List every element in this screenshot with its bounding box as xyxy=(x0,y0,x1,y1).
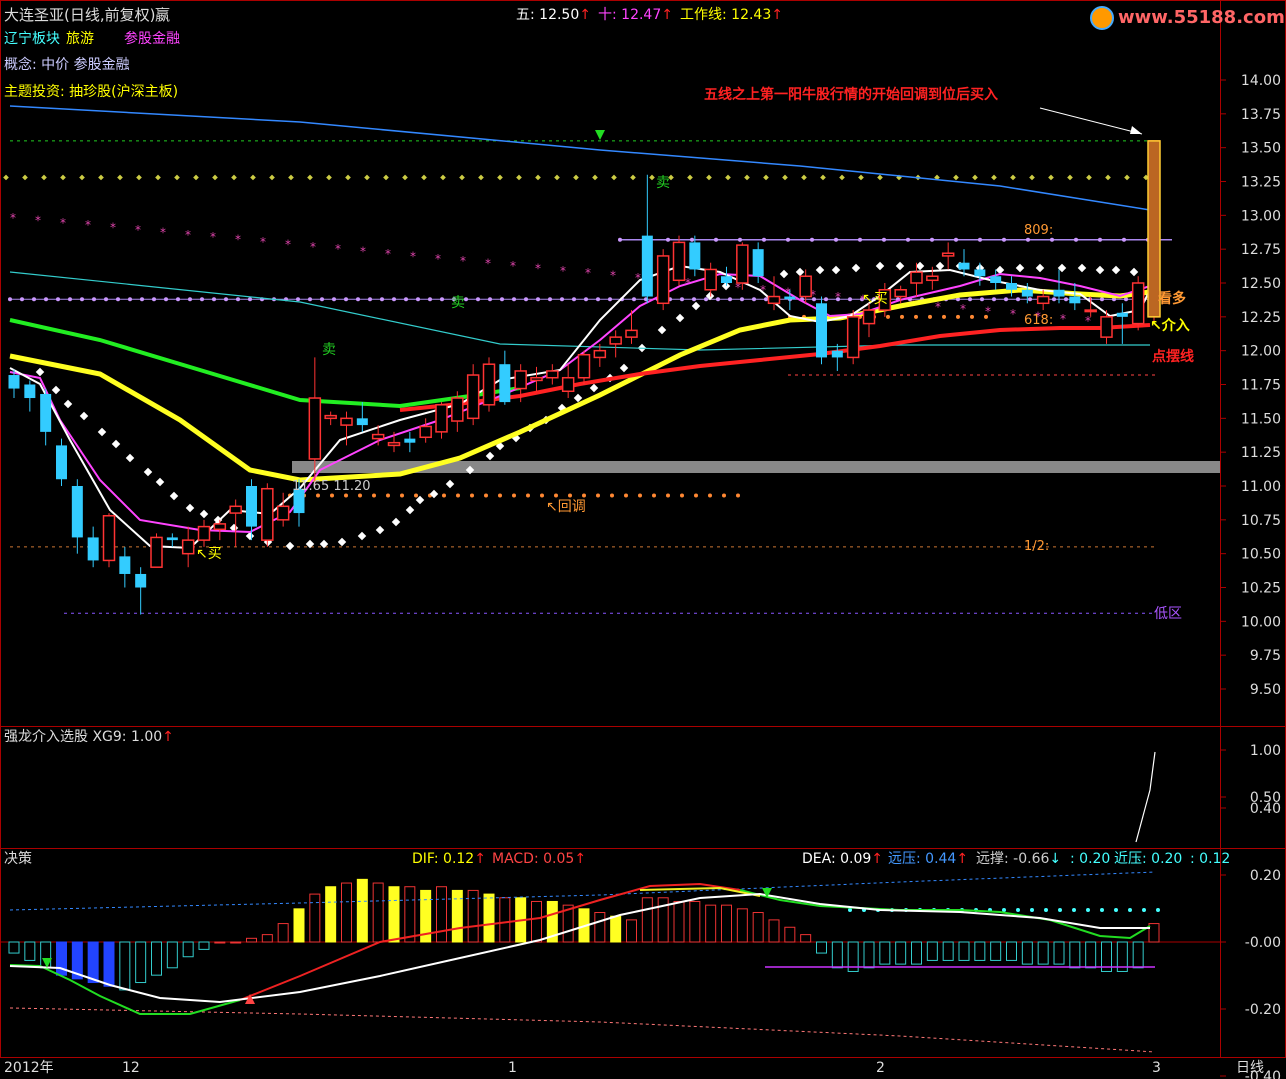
logo-icon xyxy=(1090,6,1114,30)
watermark-logo: www.55188.com xyxy=(1090,6,1285,30)
extra-value: : 0.20 xyxy=(1070,851,1111,867)
tail-value: : 0.12 xyxy=(1190,851,1231,867)
stock-title[interactable]: 大连圣亚(日线,前复权) xyxy=(4,6,155,24)
workline-label: 工作线: 12.43↑ xyxy=(680,7,783,23)
theme-row: 主题投资: 抽珍股(沪深主板) xyxy=(4,84,179,100)
period-label[interactable]: 日线 xyxy=(1236,1059,1264,1077)
indicator-title[interactable]: 强龙介入选股 XG9: 1.00↑ xyxy=(4,728,174,746)
dif-label: DIF: 0.12↑ xyxy=(412,851,486,867)
title-glyph: 嬴 xyxy=(155,6,171,24)
strategy-annotation: 五线之上第一阳牛股行情的开始回调到位后买入 xyxy=(704,87,998,103)
indicator-panel-frame xyxy=(0,726,1286,849)
half-label: 1/2: xyxy=(1024,539,1050,554)
sell-marker: 卖 xyxy=(656,175,670,191)
x-label-feb: 2 xyxy=(876,1060,885,1076)
pivot-line-label: 点摆线 xyxy=(1152,349,1194,365)
buy-marker: ↖买 xyxy=(862,291,888,307)
dea-label: DEA: 0.09↑ xyxy=(802,851,884,867)
buy-marker: ↖买 xyxy=(196,546,222,562)
concept-tag: 参股金融 xyxy=(124,31,180,47)
sell-marker: 卖 xyxy=(451,295,465,311)
x-label-year: 2012年 xyxy=(4,1060,54,1076)
macd-panel-frame xyxy=(0,848,1286,1058)
fib-809-label: 809: xyxy=(1024,223,1054,238)
ma10-label: 十: 12.47↑ xyxy=(598,7,673,23)
right-axis-divider xyxy=(1220,0,1221,1058)
macd-label: MACD: 0.05↑ xyxy=(492,851,587,867)
macd-title[interactable]: 决策 xyxy=(4,850,32,868)
far-support-label: 远撑: -0.66↓ xyxy=(976,851,1062,867)
far-pressure-label: 远压: 0.44↑ xyxy=(888,851,969,867)
x-label-jan: 1 xyxy=(508,1060,517,1076)
industry-tag: 旅游 xyxy=(66,31,94,47)
fib-618-label: 618: xyxy=(1024,313,1054,328)
look-long-label: 看多 xyxy=(1158,291,1186,307)
x-label-mar: 3 xyxy=(1152,1060,1161,1076)
ma5-label: 五: 12.50↑ xyxy=(516,7,591,23)
x-label-dec: 12 xyxy=(122,1060,140,1076)
range-text: 11.65 11.20 xyxy=(292,479,371,494)
near-pressure-label: 近压: 0.20 xyxy=(1114,851,1183,867)
pullback-marker: ↖回调 xyxy=(546,499,586,515)
concept-row: 概念: 中价 参股金融 xyxy=(4,57,130,73)
region-label: 辽宁板块 xyxy=(4,31,60,47)
main-panel-frame xyxy=(0,0,1286,727)
intervene-label: ↖介入 xyxy=(1150,318,1190,334)
low-zone-label: 低区 xyxy=(1154,606,1182,622)
sell-marker: 卖 xyxy=(322,342,336,358)
